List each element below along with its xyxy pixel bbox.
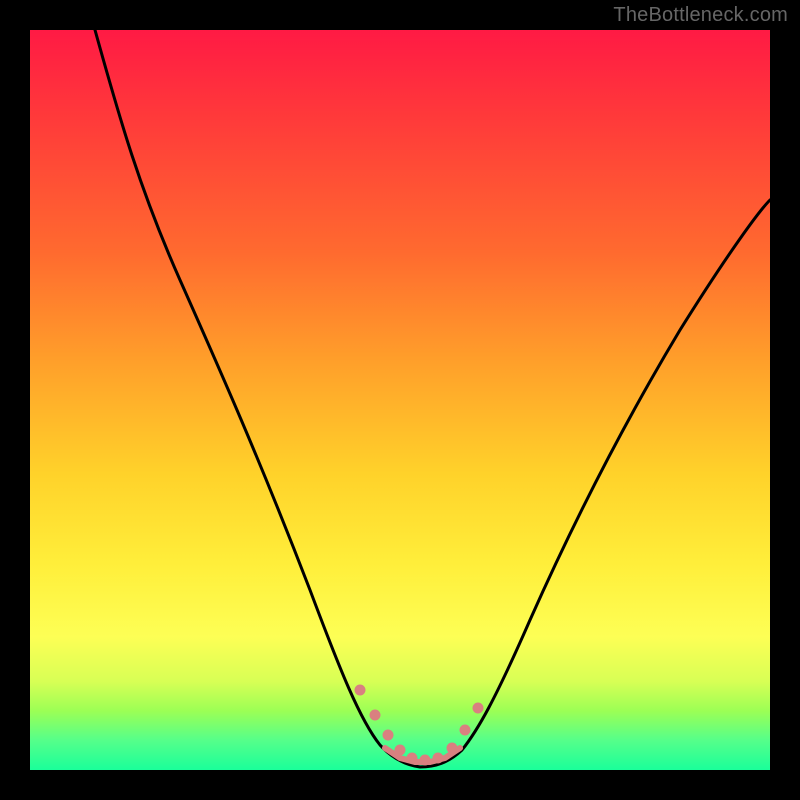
curve-svg [30, 30, 770, 770]
marker-cluster [355, 685, 483, 765]
chart-frame: TheBottleneck.com [0, 0, 800, 800]
watermark-text: TheBottleneck.com [613, 4, 788, 27]
plot-area [30, 30, 770, 770]
bottleneck-curve [95, 30, 770, 767]
